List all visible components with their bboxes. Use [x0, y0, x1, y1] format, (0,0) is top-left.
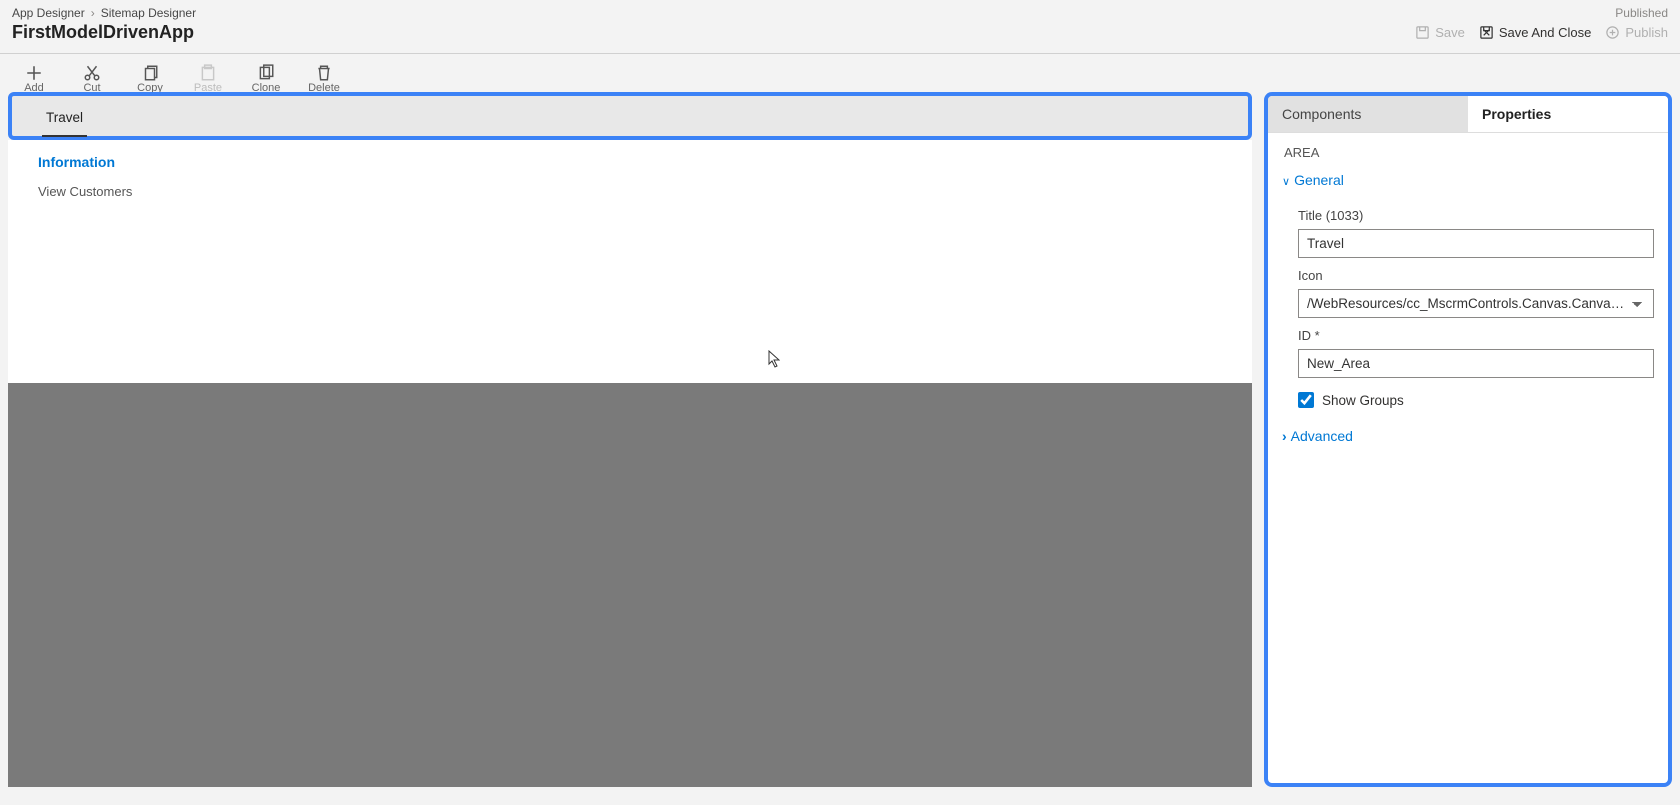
- properties-section-title: AREA: [1282, 141, 1654, 168]
- breadcrumb-item-sitemapdesigner[interactable]: Sitemap Designer: [101, 6, 196, 20]
- plus-icon: [25, 64, 43, 82]
- canvas-empty-drop-zone[interactable]: [8, 383, 1252, 787]
- toolbar-delete-button[interactable]: Delete: [308, 64, 340, 92]
- clone-icon: [257, 64, 275, 82]
- toolbar-paste-button: Paste: [192, 64, 224, 92]
- toolbar-clone-button[interactable]: Clone: [250, 64, 282, 92]
- publish-status: Published: [1615, 6, 1668, 20]
- area-tab-travel[interactable]: Travel: [42, 104, 87, 137]
- breadcrumb-item-appdesigner[interactable]: App Designer: [12, 6, 85, 20]
- input-id[interactable]: [1298, 349, 1654, 378]
- label-id: ID *: [1298, 328, 1654, 343]
- chevron-right-icon: [1282, 428, 1287, 444]
- chevron-right-icon: ›: [91, 6, 95, 20]
- tab-components[interactable]: Components: [1268, 96, 1468, 132]
- group-title[interactable]: Information: [38, 154, 1222, 170]
- paste-icon: [199, 64, 217, 82]
- properties-panel: Components Properties AREA General Title…: [1264, 92, 1672, 787]
- save-icon: [1415, 25, 1430, 40]
- save-button: Save: [1415, 25, 1465, 40]
- toolbar-copy-button[interactable]: Copy: [134, 64, 166, 92]
- page-title: FirstModelDrivenApp: [12, 22, 194, 43]
- publish-button: Publish: [1605, 25, 1668, 40]
- section-advanced-toggle[interactable]: Advanced: [1282, 424, 1654, 448]
- group-area[interactable]: Information View Customers: [8, 140, 1252, 213]
- chevron-down-icon: [1282, 172, 1290, 188]
- copy-icon: [141, 64, 159, 82]
- area-tabbar[interactable]: Travel: [8, 92, 1252, 140]
- label-icon: Icon: [1298, 268, 1654, 283]
- input-title[interactable]: [1298, 229, 1654, 258]
- cut-icon: [83, 64, 101, 82]
- toolbar: Add Cut Copy Paste Clone Delete: [0, 54, 1680, 92]
- subarea-item[interactable]: View Customers: [38, 184, 1222, 199]
- trash-icon: [315, 64, 333, 82]
- tab-properties[interactable]: Properties: [1468, 96, 1668, 132]
- publish-icon: [1605, 25, 1620, 40]
- save-and-close-button[interactable]: Save And Close: [1479, 25, 1592, 40]
- toolbar-cut-button[interactable]: Cut: [76, 64, 108, 92]
- section-general-toggle[interactable]: General: [1282, 168, 1654, 192]
- label-title: Title (1033): [1298, 208, 1654, 223]
- breadcrumb: App Designer › Sitemap Designer: [12, 6, 196, 20]
- select-icon[interactable]: /WebResources/cc_MscrmControls.Canvas.Ca…: [1298, 289, 1654, 318]
- toolbar-add-button[interactable]: Add: [18, 64, 50, 92]
- checkbox-show-groups[interactable]: [1298, 392, 1314, 408]
- save-close-icon: [1479, 25, 1494, 40]
- canvas-white-space: [8, 213, 1252, 383]
- label-show-groups: Show Groups: [1322, 393, 1404, 408]
